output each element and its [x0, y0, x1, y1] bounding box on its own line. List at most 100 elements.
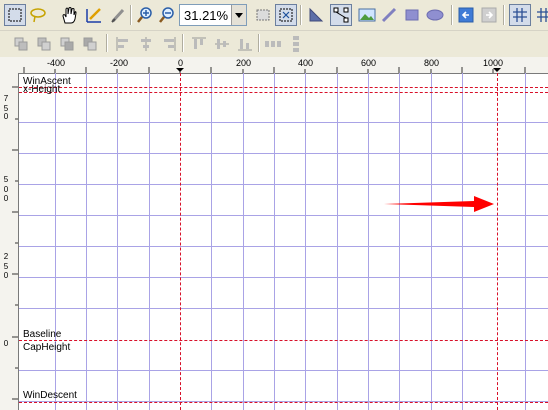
grid-line — [368, 73, 369, 410]
bring-front-button[interactable] — [10, 33, 32, 55]
toolbar-separator — [130, 5, 132, 25]
main-toolbar: 31.21% — [0, 0, 548, 30]
zoom-select[interactable]: 31.21% — [179, 4, 247, 26]
pen-icon — [86, 8, 101, 23]
grid-line — [19, 308, 548, 309]
ruler-ticks — [12, 86, 18, 400]
next-glyph-button[interactable] — [478, 4, 500, 26]
grid-plus-icon — [537, 8, 548, 22]
align-toolbar — [0, 30, 548, 57]
previous-glyph-button[interactable] — [455, 4, 477, 26]
toolbar-separator — [503, 5, 505, 25]
distribute-horizontal-icon — [265, 41, 281, 47]
lasso-icon — [30, 8, 46, 23]
fit-page-button[interactable] — [275, 4, 297, 26]
align-right-button[interactable] — [158, 33, 180, 55]
brush-tool-button[interactable] — [107, 4, 129, 26]
align-top-button[interactable] — [188, 33, 210, 55]
ellipse-tool-button[interactable] — [424, 4, 446, 26]
zoom-out-button[interactable] — [156, 4, 178, 26]
align-center-button[interactable] — [135, 33, 157, 55]
grid-line — [431, 73, 432, 410]
horizontal-ruler: -400 -200 0 200 400 600 800 1000 — [0, 57, 548, 74]
grid-line — [274, 73, 275, 410]
win-ascent-line — [19, 87, 548, 88]
align-middle-button[interactable] — [211, 33, 233, 55]
grid-icon — [513, 8, 527, 22]
grid-line — [525, 73, 526, 410]
x-height-line — [19, 92, 548, 93]
grid-line — [149, 73, 150, 410]
grid-line — [19, 184, 548, 185]
send-back-icon — [83, 37, 97, 51]
measure-tool-button[interactable] — [83, 4, 105, 26]
grid-line — [117, 73, 118, 410]
triangle-tool-button[interactable] — [305, 4, 327, 26]
toolbar-separator — [258, 34, 260, 52]
zoom-in-button[interactable] — [134, 4, 156, 26]
chevron-down-icon[interactable] — [231, 5, 246, 25]
send-backward-button[interactable] — [56, 33, 78, 55]
pointer-arrow-icon — [384, 196, 494, 212]
zoom-in-icon — [137, 7, 152, 23]
distribute-vertical-button[interactable] — [285, 33, 307, 55]
select-dotted-icon — [256, 9, 270, 21]
distribute-vertical-icon — [293, 36, 299, 52]
fit-selection-button[interactable] — [252, 4, 274, 26]
grid-line — [399, 73, 400, 410]
advance-width-line — [497, 73, 498, 410]
lasso-tool-button[interactable] — [27, 4, 49, 26]
align-bottom-button[interactable] — [234, 33, 256, 55]
align-left-button[interactable] — [112, 33, 134, 55]
ellipse-icon — [426, 9, 444, 21]
grid-line — [55, 73, 56, 410]
toolbar-separator — [182, 34, 184, 52]
baseline-line — [19, 340, 548, 341]
align-middle-icon — [215, 39, 229, 49]
grid-line — [305, 73, 306, 410]
x-height-label: x-Height — [23, 84, 61, 95]
bring-front-icon — [14, 37, 28, 51]
toolbar-separator — [300, 5, 302, 25]
show-grid-button[interactable] — [509, 4, 531, 26]
win-descent-label: WinDescent — [23, 390, 77, 401]
snap-grid-button[interactable] — [532, 4, 548, 26]
grid-line — [462, 73, 463, 410]
grid-line — [19, 153, 548, 154]
grid-line — [19, 246, 548, 247]
align-top-icon — [192, 37, 206, 49]
hand-icon — [62, 7, 77, 24]
bring-forward-button[interactable] — [33, 33, 55, 55]
origin-line — [180, 73, 181, 410]
select-rect-tool-button[interactable] — [4, 4, 26, 26]
image-tool-button[interactable] — [356, 4, 378, 26]
hand-tool-button[interactable] — [58, 4, 80, 26]
grid-line — [211, 73, 212, 410]
fit-page-icon — [279, 8, 293, 22]
cap-height-label: CapHeight — [23, 342, 71, 353]
rectangle-tool-button[interactable] — [401, 4, 423, 26]
grid-line — [19, 277, 548, 278]
align-right-icon — [164, 37, 176, 51]
vertical-ruler: 7 5 0 5 0 0 2 5 0 0 — [0, 73, 19, 410]
send-back-button[interactable] — [79, 33, 101, 55]
baseline-label: Baseline — [23, 329, 62, 340]
grid-line — [19, 370, 548, 371]
glyph-canvas[interactable]: -400 -200 0 200 400 600 800 1000 7 5 0 5… — [0, 57, 548, 410]
toolbar-separator — [451, 5, 453, 25]
node-tool-button[interactable] — [330, 4, 352, 26]
pencil-tool-button[interactable] — [378, 4, 400, 26]
pencil-icon — [381, 7, 397, 23]
distribute-horizontal-button[interactable] — [262, 33, 284, 55]
brush-icon — [111, 8, 125, 23]
arrow-back-icon — [458, 7, 474, 23]
grid-line — [337, 73, 338, 410]
align-bottom-icon — [238, 39, 252, 51]
select-rect-icon — [8, 8, 22, 22]
win-descent-line — [19, 402, 548, 403]
node-icon — [333, 7, 349, 23]
zoom-value: 31.21% — [184, 8, 229, 23]
grid-line — [243, 73, 244, 410]
grid-line — [86, 73, 87, 410]
send-backward-icon — [60, 37, 74, 51]
